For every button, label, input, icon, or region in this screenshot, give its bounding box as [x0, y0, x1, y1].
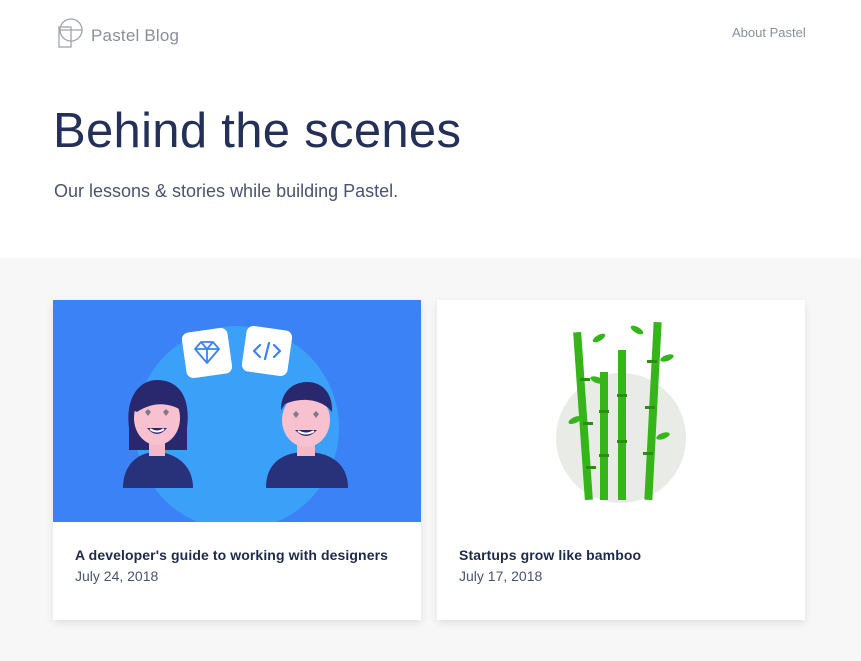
code-icon	[241, 325, 293, 377]
pastel-logo-icon	[58, 18, 83, 48]
post-card-developers-guide[interactable]: A developer's guide to working with desi…	[53, 300, 421, 620]
post-card-startups-bamboo[interactable]: Startups grow like bamboo July 17, 2018	[437, 300, 805, 620]
post-image-developers-guide	[53, 300, 421, 522]
brand-logo-link[interactable]: Pastel Blog	[57, 17, 179, 51]
post-date: July 24, 2018	[75, 568, 159, 584]
post-title[interactable]: Startups grow like bamboo	[459, 547, 641, 563]
post-date: July 17, 2018	[459, 568, 543, 584]
brand-name: Pastel Blog	[91, 26, 180, 45]
site-header: Pastel Blog About Pastel Behind the scen…	[0, 0, 861, 258]
post-image-bamboo	[437, 300, 805, 522]
page-title: Behind the scenes	[53, 104, 462, 158]
woman-avatar-illustration	[123, 380, 193, 488]
nav-about-link[interactable]: About Pastel	[732, 25, 806, 40]
sketch-diamond-icon	[181, 327, 233, 379]
page-subtitle: Our lessons & stories while building Pas…	[54, 181, 399, 201]
post-title[interactable]: A developer's guide to working with desi…	[75, 547, 388, 563]
posts-section: A developer's guide to working with desi…	[0, 258, 861, 661]
